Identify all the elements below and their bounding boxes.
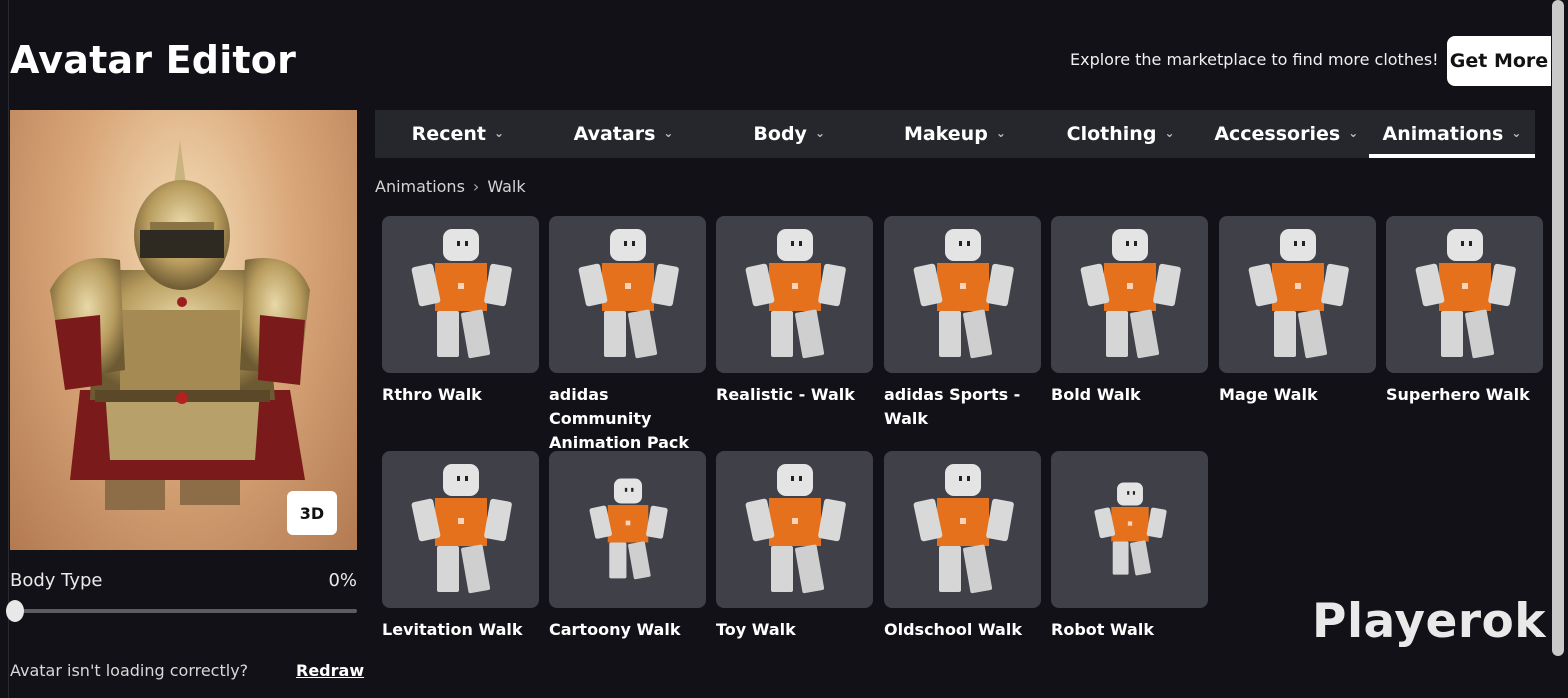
- item-name: adidas Community Animation Pack: [549, 385, 690, 452]
- item-thumbnail[interactable]: [884, 451, 1041, 608]
- item-name: Rthro Walk: [382, 385, 482, 404]
- item-tile-superhero-walk[interactable]: Superhero Walk: [1386, 216, 1543, 407]
- item-thumbnail[interactable]: [716, 451, 873, 608]
- tab-label: Body: [753, 123, 807, 145]
- avatar-loading-message: Avatar isn't loading correctly?: [10, 661, 249, 680]
- item-name: Mage Walk: [1219, 385, 1318, 404]
- chevron-down-icon: ⌄: [1164, 126, 1175, 140]
- tab-label: Accessories: [1214, 123, 1341, 145]
- item-thumbnail[interactable]: [716, 216, 873, 373]
- item-thumbnail[interactable]: [1051, 451, 1208, 608]
- item-name: Bold Walk: [1051, 385, 1141, 404]
- left-divider: [8, 0, 9, 698]
- avatar-figure-image: [913, 463, 1014, 593]
- item-tile-bold-walk[interactable]: Bold Walk: [1051, 216, 1208, 407]
- item-tile-oldschool-walk[interactable]: Oldschool Walk: [884, 451, 1041, 642]
- item-name: Toy Walk: [716, 620, 796, 639]
- tab-label: Clothing: [1066, 123, 1157, 145]
- get-more-button[interactable]: Get More: [1447, 36, 1551, 86]
- body-type-value: 0%: [328, 570, 357, 591]
- body-type-label: Body Type: [10, 570, 103, 591]
- item-name: adidas Sports - Walk: [884, 385, 1021, 428]
- item-tile-toy-walk[interactable]: Toy Walk: [716, 451, 873, 642]
- chevron-down-icon: ⌄: [1511, 126, 1522, 140]
- item-name: Oldschool Walk: [884, 620, 1022, 639]
- avatar-figure-image: [1415, 228, 1516, 358]
- tab-label: Makeup: [903, 123, 988, 145]
- item-tile-cartoony-walk[interactable]: Cartoony Walk: [549, 451, 706, 642]
- avatar-figure-image: [411, 228, 512, 358]
- page-title: Avatar Editor: [10, 38, 297, 82]
- avatar-figure-image: [578, 228, 679, 358]
- item-tile-adidas-sports-walk[interactable]: adidas Sports - Walk: [884, 216, 1041, 431]
- avatar-preview[interactable]: [10, 110, 357, 550]
- item-thumbnail[interactable]: [884, 216, 1041, 373]
- tab-accessories[interactable]: Accessories ⌄: [1203, 110, 1369, 158]
- chevron-down-icon: ⌄: [663, 126, 674, 140]
- redraw-link[interactable]: Redraw: [296, 661, 364, 680]
- item-thumbnail[interactable]: [1386, 216, 1543, 373]
- tab-label: Avatars: [573, 123, 656, 145]
- item-thumbnail[interactable]: [549, 216, 706, 373]
- avatar-figure-image: [1248, 228, 1349, 358]
- breadcrumb-parent[interactable]: Animations: [375, 177, 465, 196]
- item-name: Levitation Walk: [382, 620, 523, 639]
- item-thumbnail[interactable]: [382, 216, 539, 373]
- avatar-figure-image: [411, 463, 512, 593]
- category-tab-bar: Recent ⌄ Avatars ⌄ Body ⌄ Makeup ⌄ Clothing ⌄…: [375, 110, 1535, 158]
- tab-recent[interactable]: Recent ⌄: [375, 110, 541, 158]
- view-3d-toggle-button[interactable]: 3D: [287, 491, 337, 535]
- item-tile-levitation-walk[interactable]: Levitation Walk: [382, 451, 539, 642]
- breadcrumb-current: Walk: [487, 177, 526, 196]
- item-name: Realistic - Walk: [716, 385, 855, 404]
- item-name: Cartoony Walk: [549, 620, 681, 639]
- tab-avatars[interactable]: Avatars ⌄: [541, 110, 707, 158]
- body-type-slider-track[interactable]: [14, 609, 357, 613]
- item-thumbnail[interactable]: [1219, 216, 1376, 373]
- tab-animations[interactable]: Animations ⌄: [1369, 110, 1535, 158]
- item-name: Robot Walk: [1051, 620, 1154, 639]
- avatar-figure-image: [588, 478, 668, 579]
- item-tile-rthro-walk[interactable]: Rthro Walk: [382, 216, 539, 407]
- avatar-figure-image: [745, 463, 846, 593]
- breadcrumb: Animations › Walk: [375, 177, 526, 196]
- marketplace-promo-text: Explore the marketplace to find more clo…: [1070, 50, 1439, 69]
- tab-makeup[interactable]: Makeup ⌄: [872, 110, 1038, 158]
- page-scrollbar[interactable]: [1552, 0, 1564, 656]
- chevron-down-icon: ⌄: [493, 126, 505, 140]
- avatar-figure-image: [1093, 481, 1167, 575]
- watermark-logo: Playerok: [1312, 594, 1547, 649]
- tab-label: Recent: [411, 123, 486, 145]
- avatar-figure-image: [1080, 228, 1181, 358]
- chevron-right-icon: ›: [472, 177, 480, 196]
- item-tile-adidas-community-animation-pack[interactable]: adidas Community Animation Pack: [549, 216, 706, 455]
- tab-body[interactable]: Body ⌄: [706, 110, 872, 158]
- item-tile-robot-walk[interactable]: Robot Walk: [1051, 451, 1208, 642]
- avatar-knight-image: [50, 140, 310, 510]
- item-thumbnail[interactable]: [382, 451, 539, 608]
- item-name: Superhero Walk: [1386, 385, 1530, 404]
- tab-clothing[interactable]: Clothing ⌄: [1038, 110, 1204, 158]
- item-thumbnail[interactable]: [549, 451, 706, 608]
- item-tile-realistic-walk[interactable]: Realistic - Walk: [716, 216, 873, 407]
- avatar-figure-image: [913, 228, 1014, 358]
- body-type-slider-thumb[interactable]: [6, 600, 24, 622]
- tab-label: Animations: [1382, 123, 1504, 145]
- item-thumbnail[interactable]: [1051, 216, 1208, 373]
- chevron-down-icon: ⌄: [1348, 126, 1359, 140]
- chevron-down-icon: ⌄: [814, 126, 826, 140]
- item-tile-mage-walk[interactable]: Mage Walk: [1219, 216, 1376, 407]
- avatar-figure-image: [745, 228, 846, 358]
- chevron-down-icon: ⌄: [995, 126, 1006, 140]
